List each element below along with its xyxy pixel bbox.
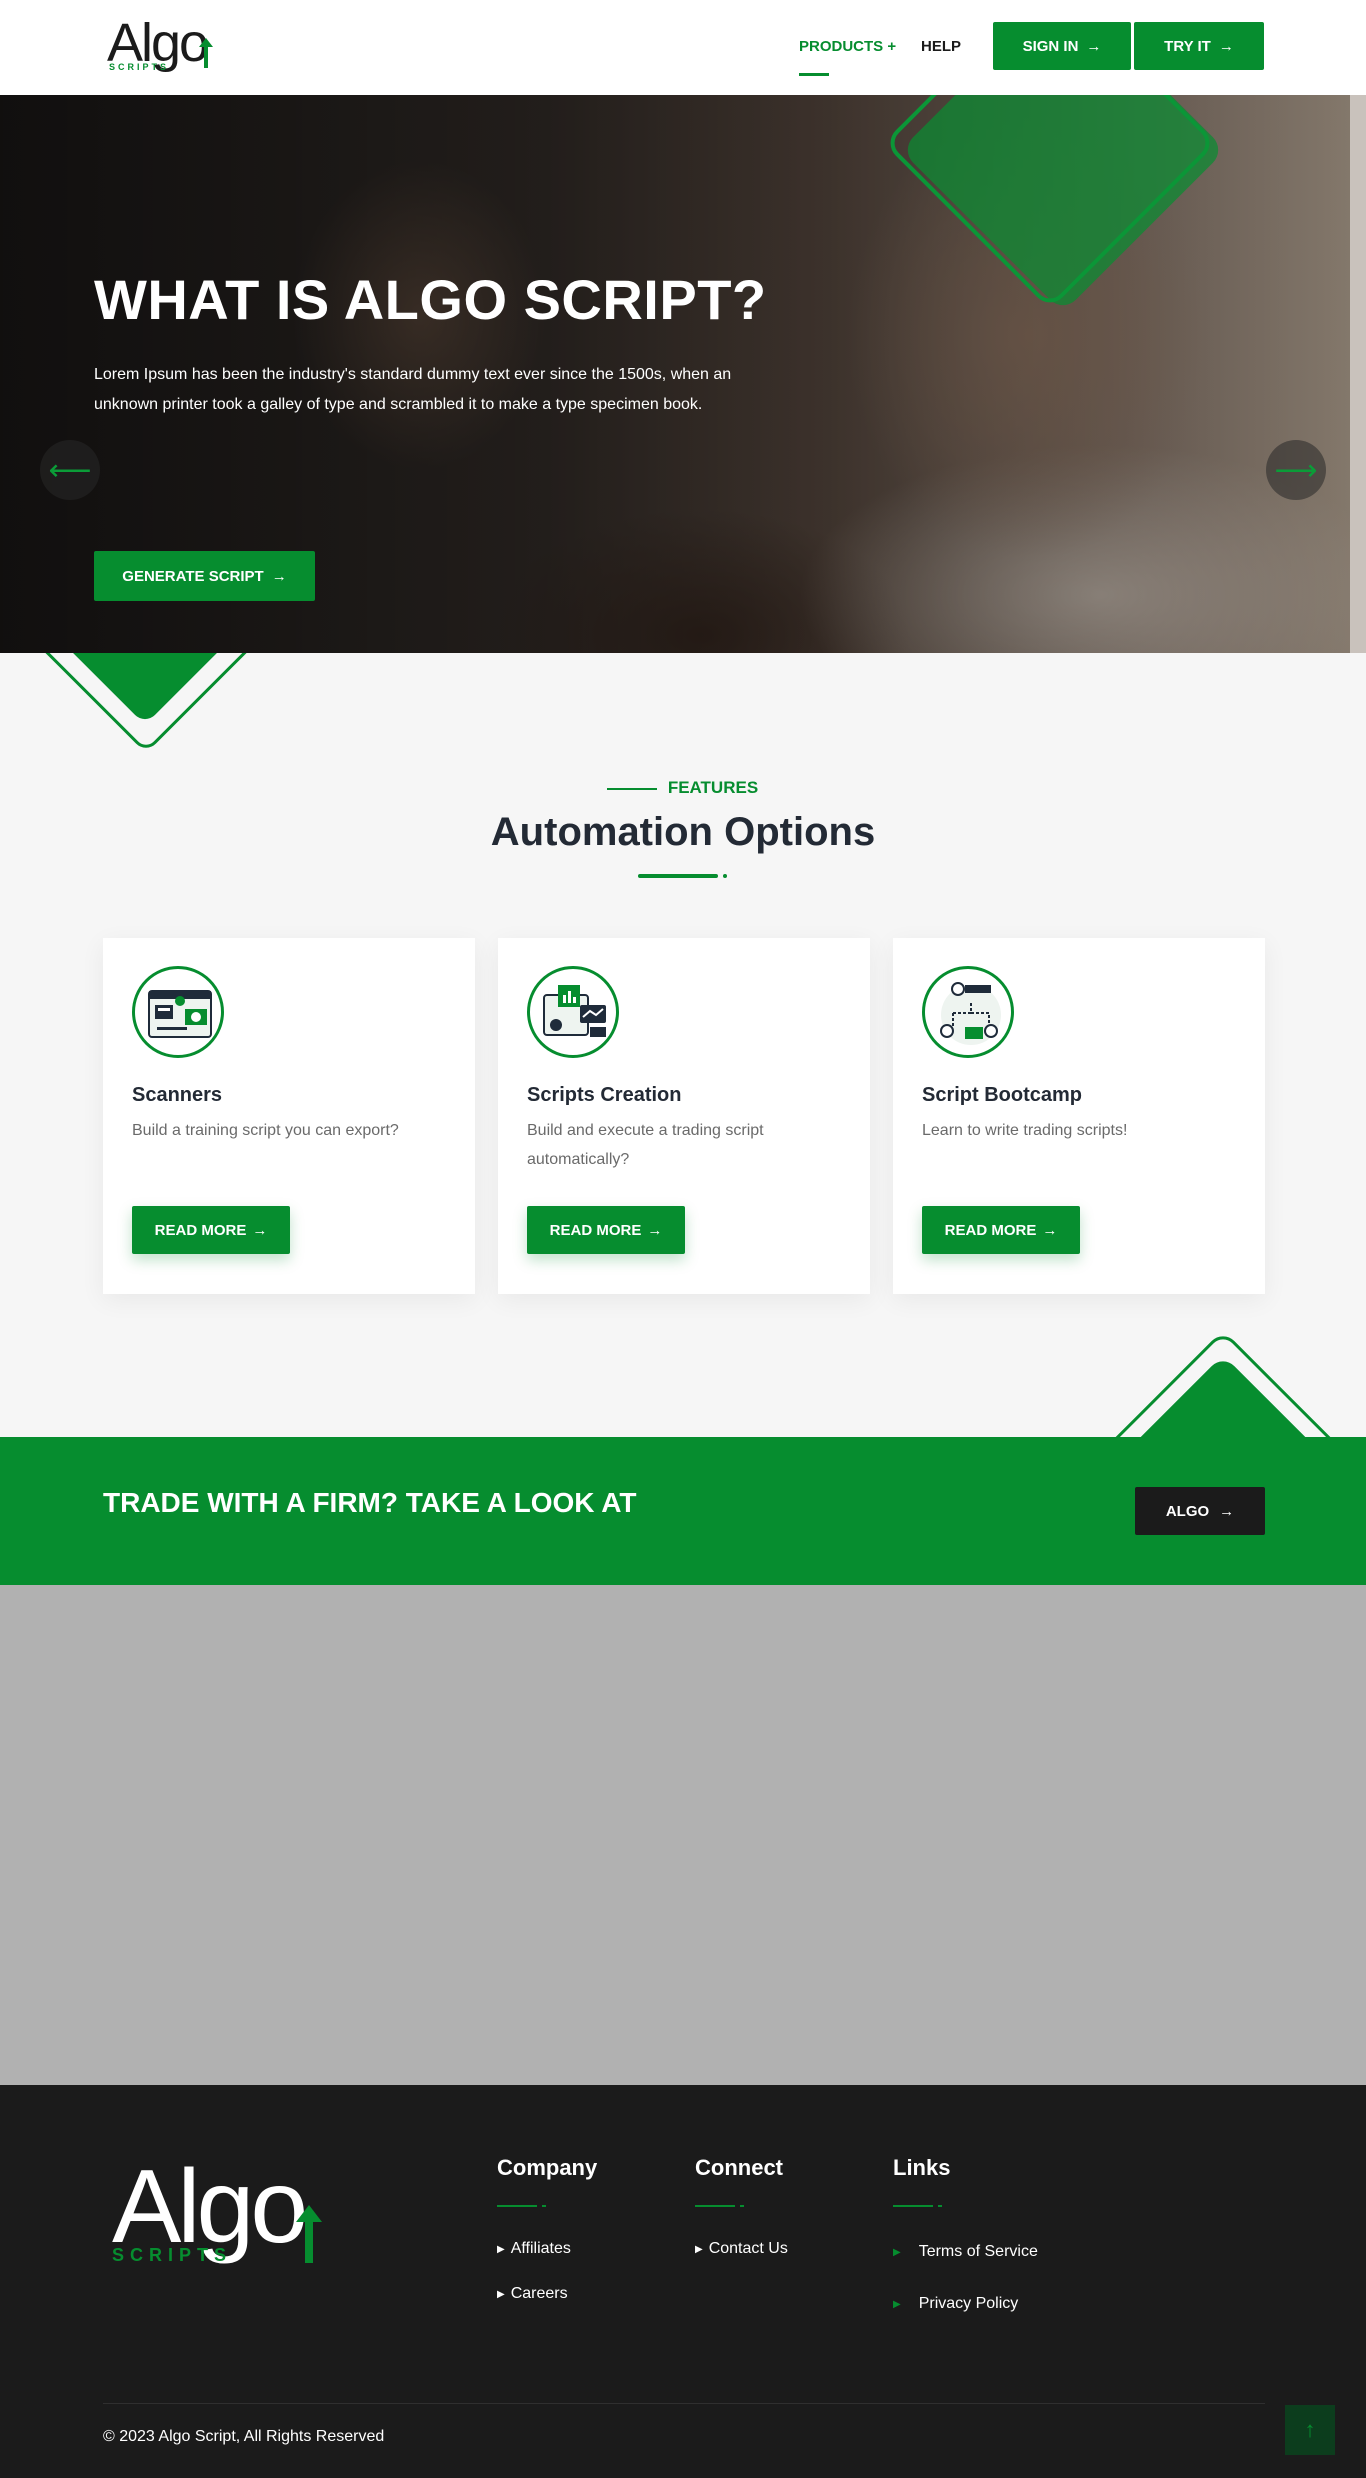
footer-link-label: Contact Us [708,2240,788,2257]
logo-arrow-icon [199,38,213,68]
footer-column-connect: Connect ▶ Contact Us [695,2155,788,2257]
script-creation-icon [527,966,619,1058]
features-title: Automation Options [490,810,876,854]
read-more-label: READ MORE [549,1221,642,1239]
card-title: Scripts Creation [527,1084,682,1106]
card-description: Learn to write trading scripts! [922,1122,1128,1139]
copyright-text: © 2023 Algo Script, All Rights Reserved [103,2428,385,2445]
title-underline-dot [723,874,727,878]
features-kicker: FEATURES [0,778,1366,798]
footer-link-contact-us[interactable]: ▶ Contact Us [695,2240,788,2258]
hero-slider: WHAT IS ALGO SCRIPT? Lorem Ipsum has bee… [0,95,1366,653]
algo-button[interactable]: ALGO → [1135,1487,1265,1535]
caret-right-icon: ▶ [497,2243,505,2255]
site-footer: Algo SCRIPTS Company ▶ Affiliates ▶ Care… [0,2085,1366,2478]
hero-edge-strip [1350,95,1366,653]
generate-script-label: GENERATE SCRIPT [122,567,264,585]
footer-title-dot [740,2205,744,2207]
footer-logo-subtext: SCRIPTS [112,2245,233,2265]
feature-card: Scanners Build a training script you can… [103,938,475,1294]
footer-column-company: Company ▶ Affiliates ▶ Careers [497,2155,598,2302]
arrow-right-icon: → [647,1221,663,1239]
nav-active-underline [799,73,829,76]
caret-right-icon: ▶ [893,2298,901,2310]
footer-column-links: Links ▶ Terms of Service ▶ Privacy Polic… [893,2155,1038,2312]
placeholder-section [0,1585,1366,2085]
footer-title-dot [542,2205,546,2207]
card-description: Build and execute a trading script autom… [527,1122,764,1168]
footer-link-careers[interactable]: ▶ Careers [497,2285,568,2303]
generate-script-button[interactable]: GENERATE SCRIPT → [94,551,315,601]
card-description: Build a training script you can export? [132,1122,399,1139]
read-more-button[interactable]: READ MORE → [922,1206,1080,1254]
footer-title-dot [938,2205,942,2207]
section-decor [0,653,300,773]
arrow-right-icon: → [1219,1502,1235,1520]
read-more-label: READ MORE [154,1221,247,1239]
slider-prev-button[interactable]: ⟵ [40,440,100,500]
footer-link-terms[interactable]: ▶ Terms of Service [893,2243,1038,2261]
arrow-left-icon: ⟵ [48,453,92,487]
footer-logo[interactable]: Algo SCRIPTS [112,2155,352,2285]
card-title: Scanners [132,1084,223,1106]
read-more-label: READ MORE [944,1221,1037,1239]
feature-card: Script Bootcamp Learn to write trading s… [893,938,1265,1294]
footer-column-title: Connect [695,2155,783,2180]
scanner-icon [132,966,224,1058]
bootcamp-icon [922,966,1014,1058]
features-kicker-text: FEATURES [667,778,759,797]
slider-next-button[interactable]: ⟶ [1266,440,1326,500]
site-header: Algo SCRIPTS PRODUCTS + HELP SIGN IN → T… [0,0,1366,95]
read-more-button[interactable]: READ MORE → [527,1206,685,1254]
footer-link-label: Affiliates [510,2240,571,2257]
arrow-right-icon: ⟶ [1274,453,1318,487]
logo-subtext: SCRIPTS [109,62,170,72]
footer-title-underline [893,2205,933,2207]
back-to-top-button[interactable]: ↑ [1285,2405,1335,2455]
arrow-right-icon: → [1086,37,1102,55]
arrow-right-icon: → [271,567,287,585]
hero-title: WHAT IS ALGO SCRIPT? [94,268,767,331]
arrow-right-icon: → [1042,1221,1058,1239]
card-title: Script Bootcamp [922,1084,1083,1106]
footer-logo-arrow-icon [296,2205,322,2263]
sign-in-label: SIGN IN [1022,37,1079,55]
nav-products[interactable]: PRODUCTS + [799,38,896,55]
try-it-label: TRY IT [1164,37,1211,55]
caret-right-icon: ▶ [893,2246,901,2258]
footer-title-underline [695,2205,735,2207]
feature-card: Scripts Creation Build and execute a tra… [498,938,870,1294]
sign-in-button[interactable]: SIGN IN → [993,22,1131,70]
cta-banner: TRADE WITH A FIRM? TAKE A LOOK AT ALGO → [0,1437,1366,1585]
hero-description: Lorem Ipsum has been the industry's stan… [94,366,732,413]
footer-column-title: Links [893,2155,951,2180]
footer-link-label: Privacy Policy [918,2295,1019,2312]
arrow-right-icon: → [252,1221,268,1239]
footer-title-underline [497,2205,537,2207]
footer-link-privacy[interactable]: ▶ Privacy Policy [893,2295,1018,2313]
caret-right-icon: ▶ [497,2288,505,2300]
caret-right-icon: ▶ [695,2243,703,2255]
banner-text: TRADE WITH A FIRM? TAKE A LOOK AT [103,1487,637,1518]
arrow-up-icon: ↑ [1304,2417,1316,2442]
logo[interactable]: Algo SCRIPTS [107,16,222,76]
nav-help[interactable]: HELP [921,38,961,55]
footer-column-title: Company [497,2155,598,2180]
footer-link-affiliates[interactable]: ▶ Affiliates [497,2240,571,2258]
try-it-button[interactable]: TRY IT → [1134,22,1264,70]
title-underline [638,874,718,878]
footer-link-label: Careers [510,2285,568,2302]
arrow-right-icon: → [1218,37,1234,55]
algo-label: ALGO [1165,1502,1210,1520]
footer-divider [103,2403,1265,2404]
footer-link-label: Terms of Service [918,2243,1038,2260]
read-more-button[interactable]: READ MORE → [132,1206,290,1254]
